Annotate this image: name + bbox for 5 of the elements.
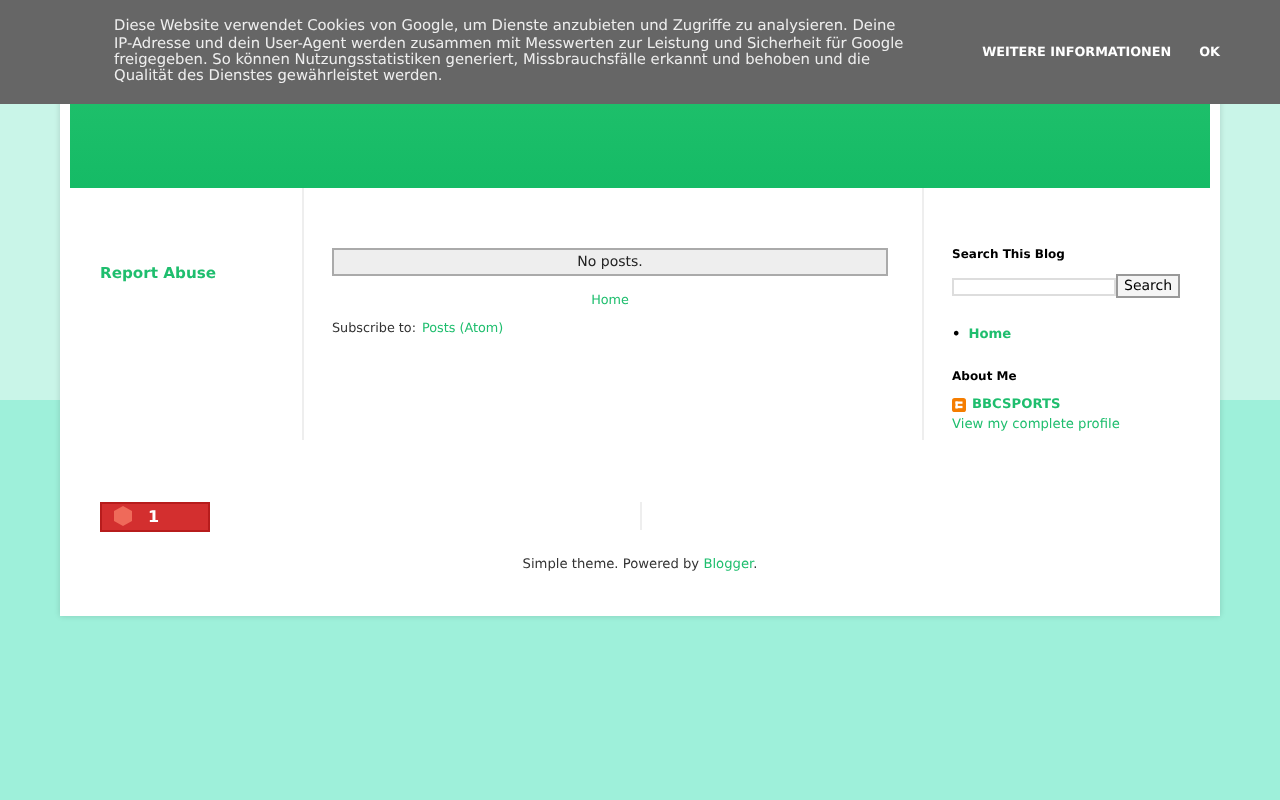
badge-count: 1 — [148, 507, 160, 525]
counter-badge[interactable]: 1 — [100, 501, 210, 531]
hexagon-icon — [114, 506, 132, 526]
search-field[interactable] — [952, 277, 1116, 295]
blogger-icon — [952, 397, 966, 411]
